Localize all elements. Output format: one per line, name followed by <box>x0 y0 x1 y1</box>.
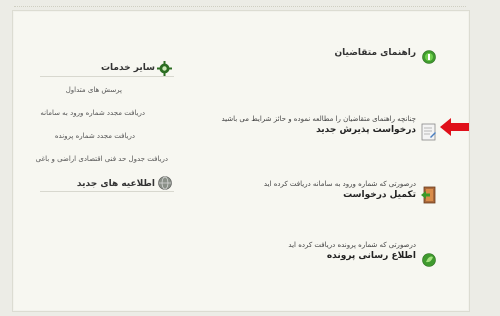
green-leaf-icon <box>422 253 436 267</box>
news-title: اطلاعیه های جدید <box>76 179 155 189</box>
news-divider <box>40 191 174 192</box>
notify-file-title: اطلاع رسانی پرونده <box>326 251 416 261</box>
door-exit-icon <box>421 186 436 204</box>
faq-link[interactable]: پرسش های متداول <box>66 86 122 94</box>
complete-request-description: درصورتی که شماره ورود به سامانه دریافت ک… <box>263 180 416 188</box>
complete-request-title: تکمیل درخواست <box>343 190 416 200</box>
notify-file-description: درصورتی که شماره پرونده دریافت کرده اید <box>288 241 416 249</box>
red-arrow-icon <box>440 118 469 136</box>
resend-file-number-link[interactable]: دریافت مجدد شماره پرونده <box>55 132 135 140</box>
other-services-title: سایر خدمات <box>100 63 155 73</box>
panel-top-border <box>14 6 466 7</box>
green-circle-icon <box>422 50 436 64</box>
new-request-title: درخواست پذیرش جدید <box>316 125 416 135</box>
land-economic-table-link[interactable]: دریافت جدول حد فنی اقتصادی اراضی و باغی <box>36 155 168 163</box>
green-gear-icon <box>157 61 172 76</box>
applicants-guide-title: راهنمای متقاضیان <box>334 48 416 58</box>
document-icon <box>421 123 436 141</box>
new-request-description: چنانچه راهنمای متقاضیان را مطالعه نموده … <box>221 115 416 123</box>
gray-globe-icon <box>158 176 172 190</box>
resend-login-number-link[interactable]: دریافت مجدد شماره ورود به سامانه <box>40 109 145 117</box>
services-divider <box>40 76 174 77</box>
